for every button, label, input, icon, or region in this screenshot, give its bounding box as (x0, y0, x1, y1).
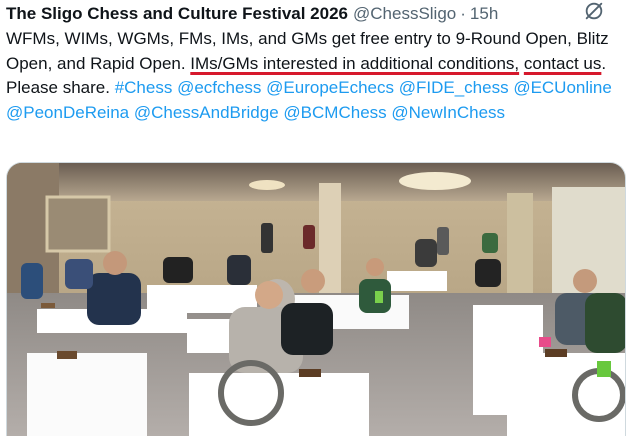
grok-icon[interactable] (583, 0, 605, 22)
mention-ecfchess[interactable]: @ecfchess (177, 78, 261, 97)
mention-newinchess[interactable]: @NewInChess (391, 103, 505, 122)
mention-europeechecs[interactable]: @EuropeEchecs (266, 78, 394, 97)
mention-peondereina[interactable]: @PeonDeReina (6, 103, 129, 122)
mention-bcmchess[interactable]: @BCMChess (283, 103, 386, 122)
mention-chessandbridge[interactable]: @ChessAndBridge (134, 103, 279, 122)
hashtag-chess[interactable]: #Chess (115, 78, 173, 97)
mention-ecuonline[interactable]: @ECUonline (513, 78, 612, 97)
mention-fide-chess[interactable]: @FIDE_chess (399, 78, 509, 97)
tweet-text-underlined-contact: contact us (523, 53, 602, 73)
separator-dot: · (460, 4, 466, 23)
chess-tournament-photo-icon (7, 163, 625, 436)
author-handle[interactable]: @ChessSligo (353, 4, 456, 24)
tweet-text-underlined-conditions: IMs/GMs interested in additional conditi… (190, 53, 520, 73)
tweet-header: The Sligo Chess and Culture Festival 202… (6, 3, 618, 25)
tweet-text: WFMs, WIMs, WGMs, FMs, IMs, and GMs get … (6, 27, 618, 125)
timestamp[interactable]: 15h (470, 4, 498, 24)
tweet-media-photo[interactable] (6, 162, 626, 436)
author-name[interactable]: The Sligo Chess and Culture Festival 202… (6, 4, 348, 24)
